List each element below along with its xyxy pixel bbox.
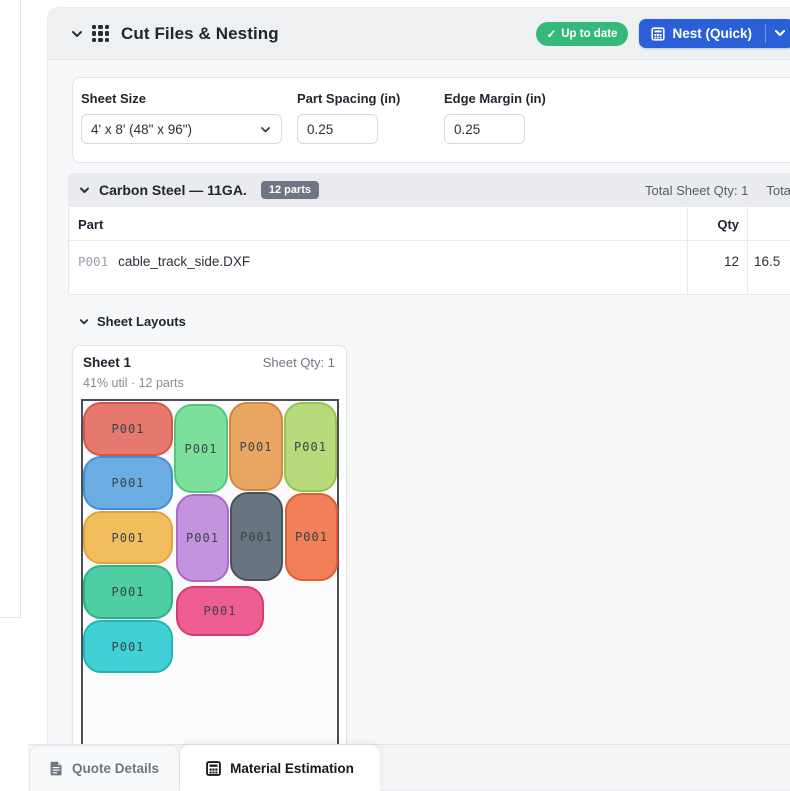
- part-spacing-label: Part Spacing (in): [297, 91, 400, 106]
- cut-files-nesting-panel: Cut Files & Nesting ✓ Up to date Nest (Q…: [48, 8, 790, 790]
- sheet-size-select[interactable]: 4' x 8' (48" x 96"): [81, 114, 282, 144]
- page-left-divider-bottom: [0, 617, 21, 618]
- tab-quote-details[interactable]: Quote Details: [29, 745, 180, 791]
- nested-part: P001: [83, 456, 173, 510]
- page-title: Cut Files & Nesting: [121, 24, 279, 44]
- part-spacing-field: Part Spacing (in): [297, 91, 400, 144]
- nested-part: P001: [230, 492, 283, 581]
- col-qty-header: Qty: [687, 207, 747, 241]
- tab-quote-label: Quote Details: [72, 761, 159, 776]
- document-icon: [50, 761, 63, 776]
- calculator-icon: [206, 761, 221, 776]
- panel-header: Cut Files & Nesting ✓ Up to date Nest (Q…: [48, 8, 790, 60]
- edge-margin-label: Edge Margin (in): [444, 91, 546, 106]
- part-filename: cable_track_side.DXF: [118, 254, 250, 269]
- material-group-title: Carbon Steel — 11GA.: [99, 182, 247, 198]
- tab-material-estimation[interactable]: Material Estimation: [180, 745, 380, 791]
- nesting-settings-card: Sheet Size 4' x 8' (48" x 96") Part Spac…: [72, 77, 790, 163]
- sheet-layouts-header[interactable]: Sheet Layouts: [78, 314, 186, 329]
- chevron-down-icon: [78, 316, 90, 328]
- col-part-header: Part: [78, 207, 103, 241]
- bottom-tab-bar: Quote Details Material Estimation: [28, 744, 790, 790]
- total-sheet-qty: Total Sheet Qty: 1: [645, 183, 748, 198]
- nested-part: P001: [174, 404, 228, 493]
- nested-part: P001: [83, 511, 173, 564]
- parts-table: Part Qty P001 cable_track_side.DXF 12 16…: [68, 207, 790, 295]
- part-spacing-input[interactable]: [297, 114, 378, 144]
- nested-part: P001: [284, 402, 337, 492]
- nested-part: P001: [83, 565, 173, 619]
- check-icon: ✓: [547, 27, 557, 41]
- nesting-grid-icon: [92, 25, 109, 42]
- part-number: P001: [78, 254, 108, 269]
- tab-material-label: Material Estimation: [230, 761, 354, 776]
- table-header-row: Part Qty: [69, 207, 790, 241]
- sheet-size-label: Sheet Size: [81, 91, 282, 106]
- sheet-meta: 41% util · 12 parts: [73, 370, 346, 390]
- sheet-size-field: Sheet Size 4' x 8' (48" x 96"): [81, 91, 282, 144]
- sheet-card-header: Sheet 1 Sheet Qty: 1: [73, 346, 346, 370]
- nested-part: P001: [176, 494, 229, 582]
- status-badge: ✓ Up to date: [536, 22, 629, 46]
- chevron-down-icon: [78, 184, 91, 197]
- sheet-size-value: 4' x 8' (48" x 96"): [91, 122, 192, 137]
- sheet-card: Sheet 1 Sheet Qty: 1 41% util · 12 parts…: [72, 345, 347, 790]
- page-left-divider: [20, 0, 21, 617]
- sheet-qty: Sheet Qty: 1: [263, 355, 335, 370]
- qty-cell: 12: [687, 254, 747, 269]
- nested-part: P001: [176, 586, 264, 636]
- part-cell: P001 cable_track_side.DXF: [78, 254, 250, 269]
- sheet-title: Sheet 1: [83, 355, 131, 370]
- extra-cell: 16.5: [754, 254, 780, 269]
- nest-quick-split-button: Nest (Quick): [639, 19, 790, 48]
- caret-down-icon: [775, 30, 785, 37]
- nested-part: P001: [285, 493, 338, 581]
- nested-part: P001: [229, 402, 283, 491]
- edge-margin-field: Edge Margin (in): [444, 91, 546, 144]
- group-totals: Total Sheet Qty: 1 Total S: [645, 173, 790, 207]
- sheet-layouts-title: Sheet Layouts: [97, 314, 186, 329]
- nested-part: P001: [83, 620, 173, 673]
- calculator-icon: [651, 27, 665, 41]
- chevron-down-icon: [259, 123, 272, 136]
- sheet-canvas: P001P001P001P001P001P001P001P001P001P001…: [81, 399, 339, 789]
- collapse-chevron-icon[interactable]: [70, 27, 84, 41]
- edge-margin-input[interactable]: [444, 114, 525, 144]
- table-row: P001 cable_track_side.DXF 12 16.5: [69, 242, 790, 294]
- nest-quick-button[interactable]: Nest (Quick): [639, 19, 765, 48]
- nest-options-dropdown[interactable]: [766, 19, 790, 48]
- material-group-header[interactable]: Carbon Steel — 11GA. 12 parts Total Shee…: [68, 173, 790, 207]
- parts-count-badge: 12 parts: [261, 181, 319, 199]
- nested-part: P001: [83, 402, 173, 456]
- total-clipped: Total S: [766, 183, 790, 198]
